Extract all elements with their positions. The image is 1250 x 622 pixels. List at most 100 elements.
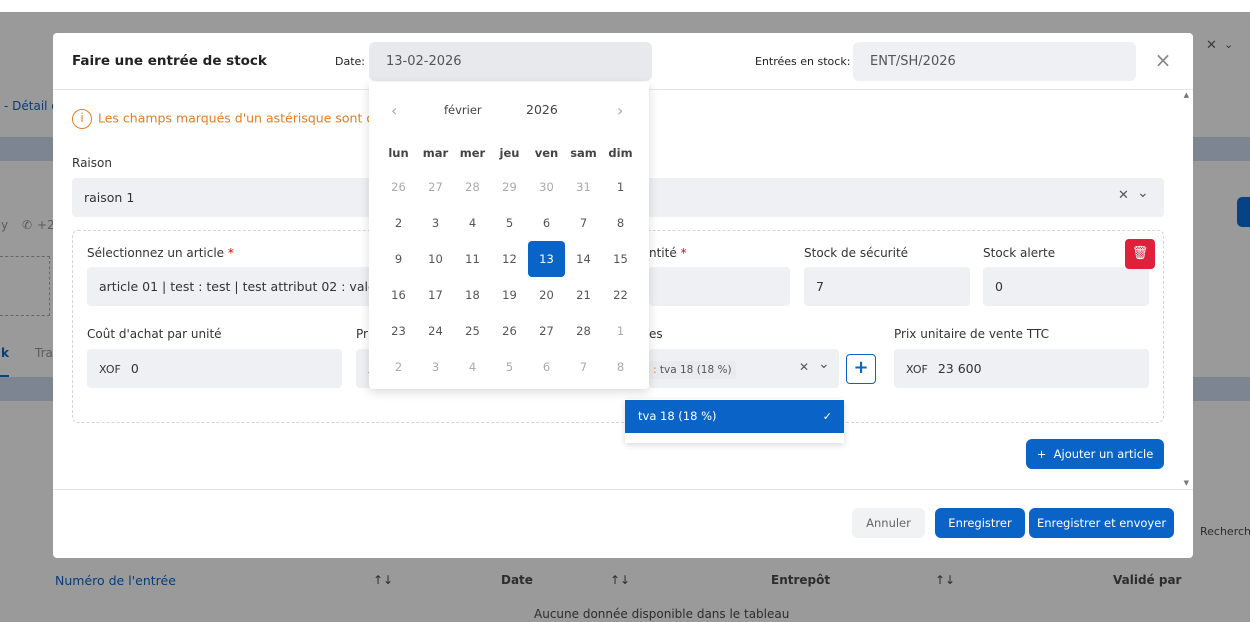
modal-footer-divider [53,489,1193,490]
calendar-day[interactable]: 5 [491,349,528,385]
calendar-day[interactable]: 6 [528,205,565,241]
calendar-day[interactable]: 17 [417,277,454,313]
calendar-day[interactable]: 26 [380,169,417,205]
weekday-label: lun [388,146,409,160]
quantity-input[interactable] [649,267,790,306]
plus-icon: + [853,357,869,378]
currency-prefix: XOF [99,363,121,376]
delete-article-button[interactable]: 🗑 [1125,239,1155,269]
taxes-select[interactable]: : tva 18 (18 %) [649,349,839,388]
cancel-button[interactable]: Annuler [852,508,925,538]
datepicker: ‹ février 2026 › lun mar mer jeu ven sam… [369,82,649,389]
calendar-day[interactable]: 6 [528,349,565,385]
taxes-option[interactable]: tva 18 (18 %) ✓ [625,400,844,433]
calendar-day[interactable]: 31 [565,169,602,205]
calendar-day[interactable]: 4 [454,349,491,385]
datepicker-year[interactable]: 2026 [526,102,558,117]
taxes-dropdown: tva 18 (18 %) ✓ [625,399,844,443]
datepicker-month[interactable]: février [444,103,482,117]
check-icon: ✓ [822,410,832,423]
reason-clear-icon[interactable]: ✕ [1118,188,1129,203]
calendar-day[interactable]: 27 [528,313,565,349]
quantity-label: ntité * [649,246,687,260]
calendar-day[interactable]: 18 [454,277,491,313]
next-month-icon[interactable]: › [617,101,623,120]
weekday-label: sam [570,146,597,160]
article-select[interactable]: article 01 | test : test | test attribut… [87,267,377,306]
date-label: Date: [335,55,365,68]
add-article-button[interactable]: + Ajouter un article [1026,439,1164,469]
entries-label: Entrées en stock: [755,55,851,68]
calendar-day[interactable]: 9 [380,241,417,277]
scroll-down-arrow[interactable]: ▼ [1184,479,1189,487]
weekday-label: dim [608,146,633,160]
calendar-day[interactable]: 1 [602,313,639,349]
reason-label: Raison [72,156,112,170]
alert-stock-input[interactable]: 0 [983,267,1149,306]
calendar-day[interactable]: 3 [417,205,454,241]
calendar-day[interactable]: 22 [602,277,639,313]
taxes-clear-icon[interactable]: ✕ [799,360,809,374]
reason-value: raison 1 [84,190,135,205]
sale-price-input[interactable]: XOF 23 600 [894,349,1149,388]
save-button[interactable]: Enregistrer [935,508,1025,538]
calendar-day[interactable]: 14 [565,241,602,277]
safety-stock-input[interactable]: 7 [804,267,970,306]
calendar-day[interactable]: 10 [417,241,454,277]
add-tax-button[interactable]: + [846,354,876,384]
previous-month-icon[interactable]: ‹ [391,101,397,120]
calendar-day[interactable]: 7 [565,349,602,385]
calendar-day-selected[interactable]: 13 [528,241,565,277]
unit-cost-input[interactable]: XOF 0 [87,349,342,388]
plus-icon: + [1036,447,1047,461]
tax-tag[interactable]: : tva 18 (18 %) [649,361,736,379]
article-select-value: article 01 | test : test | test attribut… [99,279,377,294]
calendar-day[interactable]: 24 [417,313,454,349]
weekday-label: mer [459,146,486,160]
calendar-day[interactable]: 11 [454,241,491,277]
calendar-day[interactable]: 2 [380,349,417,385]
calendar-day[interactable]: 16 [380,277,417,313]
calendar-day[interactable]: 19 [491,277,528,313]
unit-cost-label: Coût d'achat par unité [87,327,222,341]
calendar-day[interactable]: 4 [454,205,491,241]
article-select-label: Sélectionnez un article * [87,246,234,260]
weekday-label: jeu [499,146,520,160]
close-icon[interactable]: × [1153,50,1173,70]
calendar-day[interactable]: 1 [602,169,639,205]
date-input[interactable]: 13-02-2026 [369,42,652,81]
calendar-day[interactable]: 20 [528,277,565,313]
calendar-day[interactable]: 25 [454,313,491,349]
taxes-label: es [649,327,663,341]
scroll-up-arrow[interactable]: ▲ [1184,91,1189,99]
sale-price-value: 23 600 [937,361,982,376]
calendar-day[interactable]: 12 [491,241,528,277]
safety-stock-label: Stock de sécurité [804,246,909,260]
required-fields-notice: i Les champs marqués d'un astérisque sont… [72,109,382,129]
calendar-day[interactable]: 8 [602,349,639,385]
save-and-send-button[interactable]: Enregistrer et envoyer [1029,508,1174,538]
sale-currency-prefix: XOF [906,363,928,376]
calendar-day[interactable]: 29 [491,169,528,205]
taxes-chevron-down-icon[interactable]: ⌄ [818,356,830,372]
calendar-day[interactable]: 3 [417,349,454,385]
calendar-day[interactable]: 28 [565,313,602,349]
entries-input[interactable]: ENT/SH/2026 [853,42,1136,81]
alert-stock-label: Stock alerte [983,246,1056,260]
calendar-day[interactable]: 2 [380,205,417,241]
info-icon: i [72,109,92,129]
calendar-day[interactable]: 27 [417,169,454,205]
unit-cost-value: 0 [130,361,139,376]
reason-chevron-down-icon[interactable]: ⌄ [1137,185,1149,201]
calendar-day[interactable]: 21 [565,277,602,313]
calendar-day[interactable]: 5 [491,205,528,241]
calendar-day[interactable]: 30 [528,169,565,205]
weekday-label: ven [534,146,559,160]
sale-price-label: Prix unitaire de vente TTC [894,327,1049,341]
calendar-day[interactable]: 28 [454,169,491,205]
calendar-day[interactable]: 23 [380,313,417,349]
calendar-day[interactable]: 26 [491,313,528,349]
calendar-day[interactable]: 15 [602,241,639,277]
calendar-day[interactable]: 7 [565,205,602,241]
calendar-day[interactable]: 8 [602,205,639,241]
